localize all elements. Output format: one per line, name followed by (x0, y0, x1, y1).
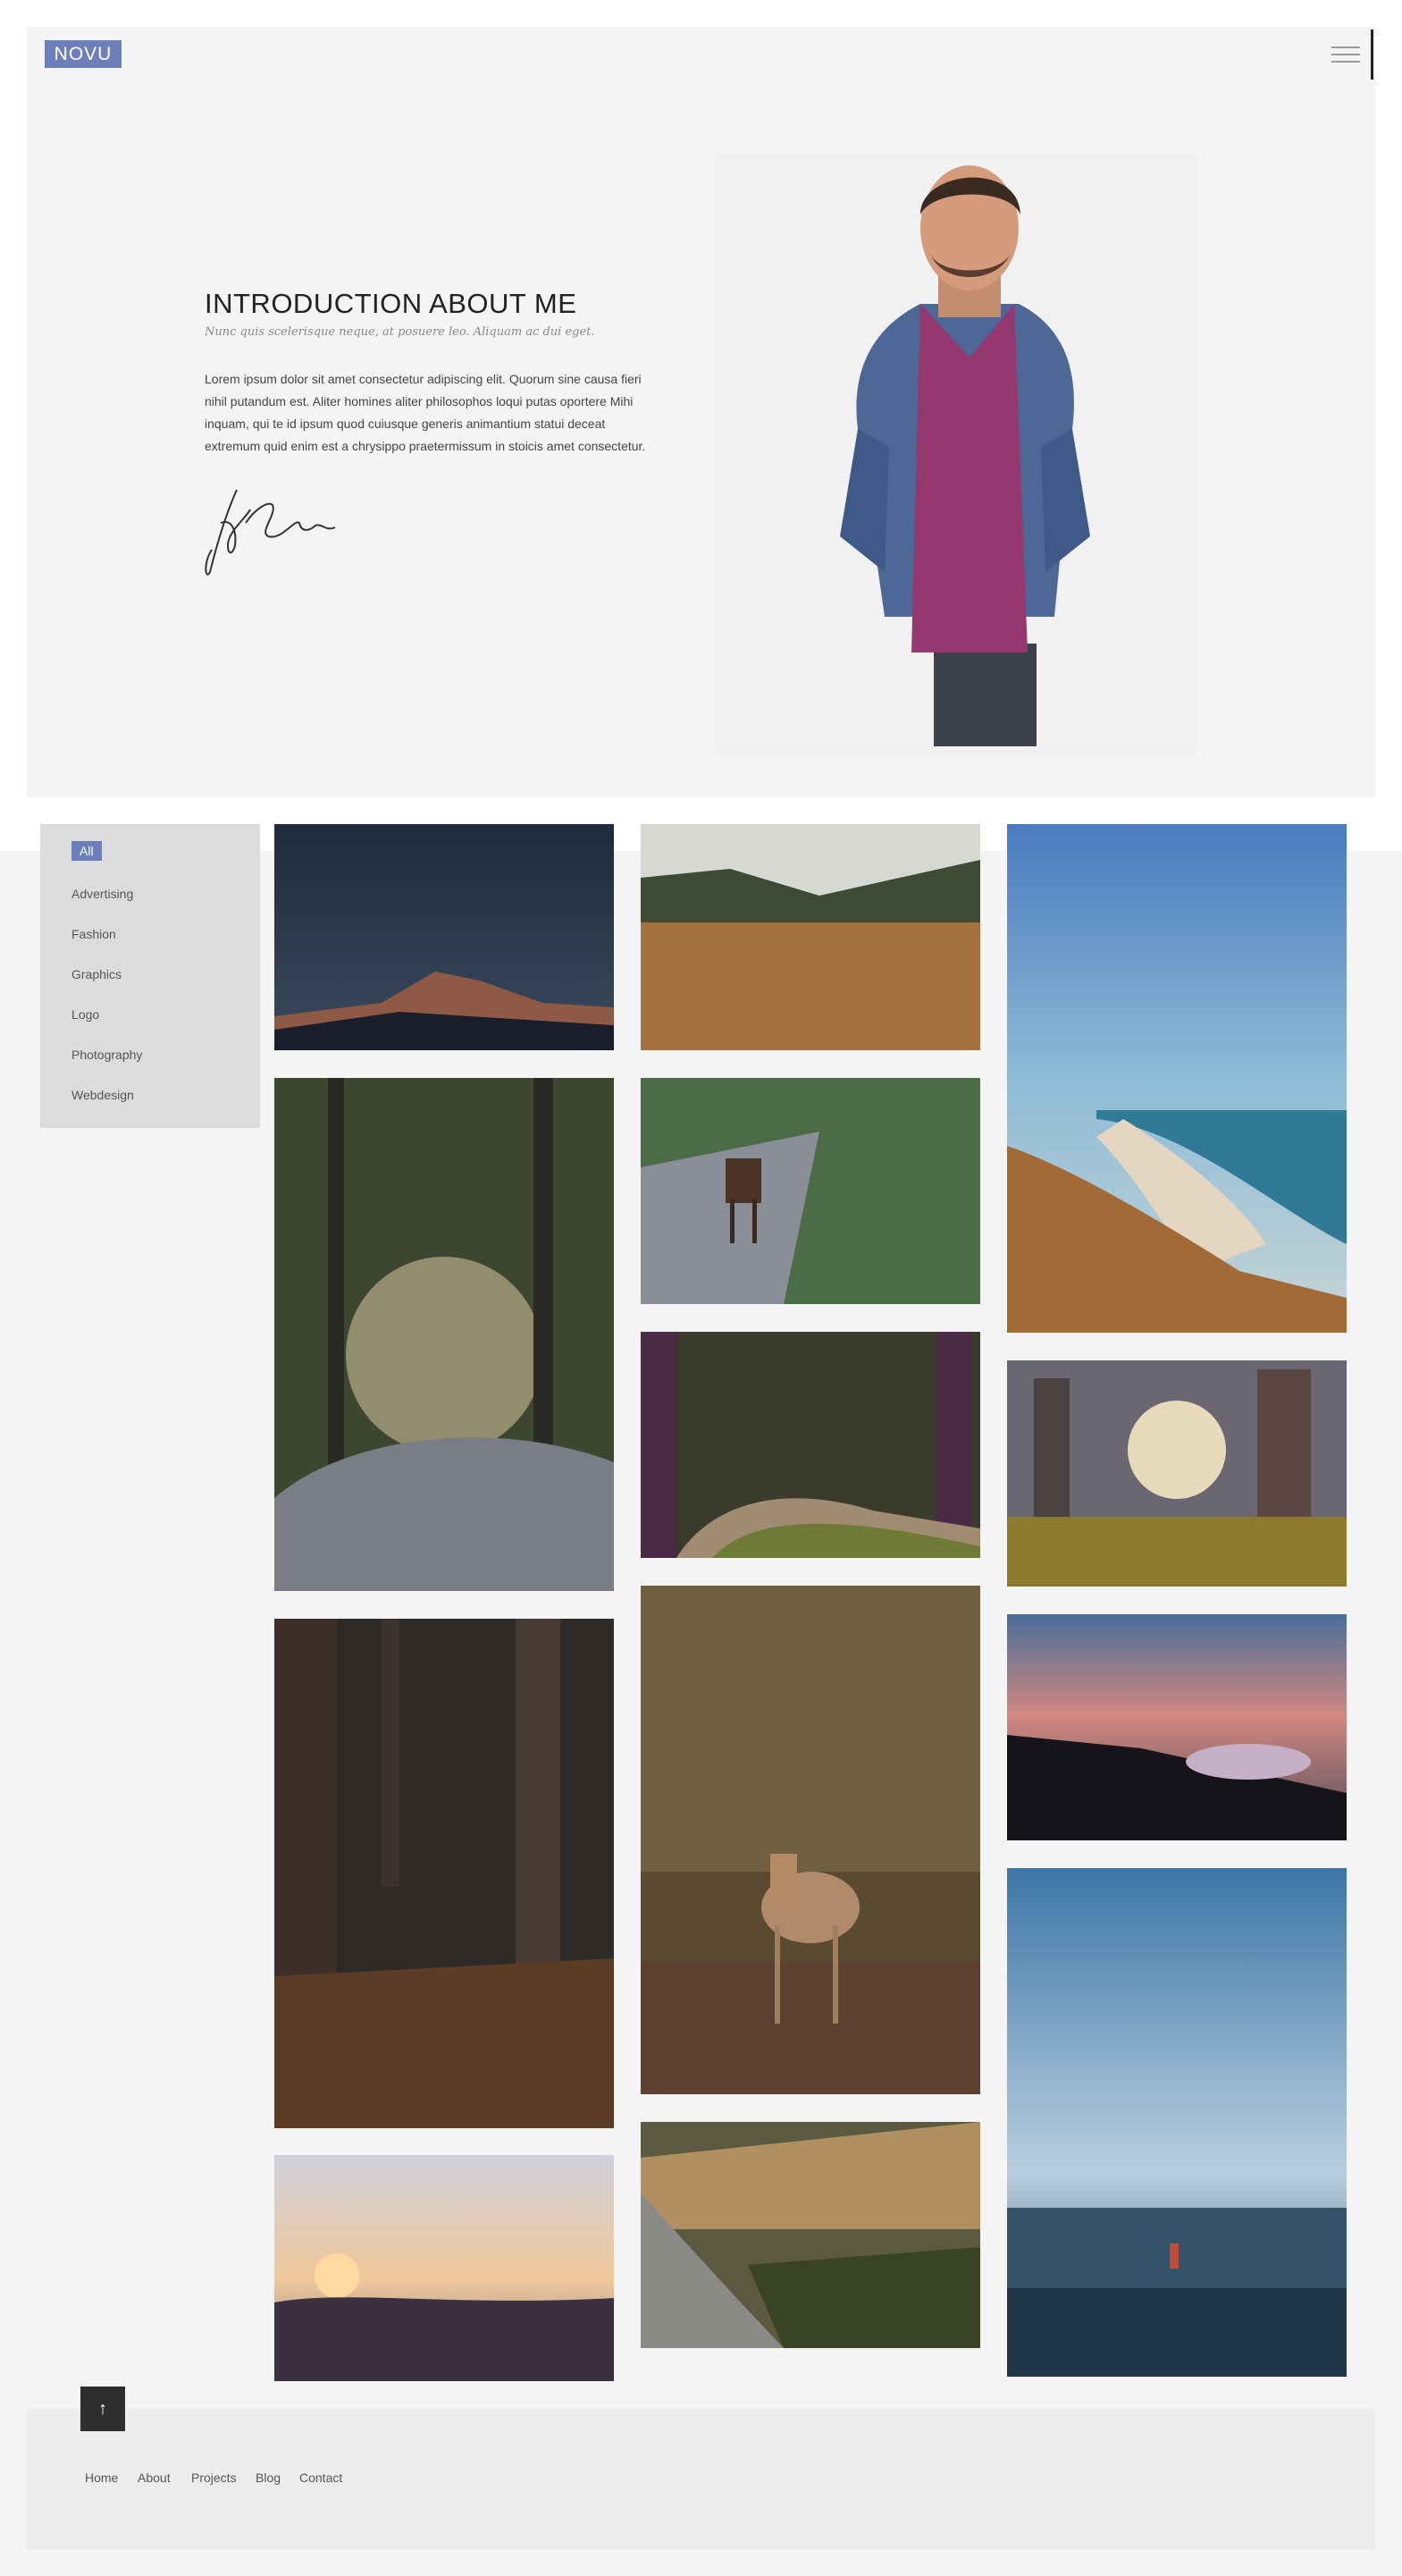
side-scroll-indicator (1371, 29, 1373, 80)
gallery-photo-valley-cliff[interactable] (641, 2122, 980, 2348)
gallery-photo-forest-rock[interactable] (274, 1078, 614, 1591)
filter-photography[interactable]: Photography (71, 1048, 142, 1062)
gallery-photo-night-mountain[interactable] (274, 824, 614, 1050)
filter-logo[interactable]: Logo (71, 1007, 99, 1022)
filter-all[interactable]: All (71, 841, 102, 861)
intro-paragraph: Lorem ipsum dolor sit amet consectetur a… (205, 372, 646, 453)
gallery-photo-sunset-clouds[interactable] (1007, 1614, 1347, 1840)
gallery-photo-deer-stream[interactable] (641, 1078, 980, 1304)
logo[interactable]: NOVU (45, 40, 122, 68)
arrow-up-icon[interactable]: ↑ (80, 2387, 125, 2431)
intro-subtitle: Nunc quis scelerisque neque, at posuere … (205, 325, 595, 339)
filter-advertising[interactable]: Advertising (71, 887, 133, 901)
gallery-photo-fawn-forest[interactable] (641, 1586, 980, 2094)
gallery-photo-rocky-sunset[interactable] (274, 2155, 614, 2381)
portrait-photo (786, 152, 1162, 746)
footer-link-home[interactable]: Home (85, 2471, 118, 2485)
filter-sidebar: All Advertising Fashion Graphics Logo Ph… (40, 824, 260, 1128)
hamburger-menu-icon[interactable] (1331, 45, 1360, 64)
gallery-photo-sun-meadow[interactable] (1007, 1360, 1347, 1587)
intro-title: INTRODUCTION ABOUT ME (205, 288, 577, 319)
filter-graphics[interactable]: Graphics (71, 967, 122, 981)
gallery-photo-coastal-cliff[interactable] (1007, 824, 1347, 1333)
gallery-photo-forest-path[interactable] (641, 1332, 980, 1558)
filter-webdesign[interactable]: Webdesign (71, 1088, 134, 1102)
footer-link-about[interactable]: About (138, 2471, 171, 2485)
footer-link-blog[interactable]: Blog (256, 2471, 281, 2485)
filter-fashion[interactable]: Fashion (71, 927, 116, 941)
signature-icon (205, 489, 336, 576)
gallery-photo-pine-forest[interactable] (274, 1619, 614, 2128)
footer-link-projects[interactable]: Projects (191, 2471, 237, 2485)
footer-link-contact[interactable]: Contact (299, 2471, 342, 2485)
gallery-photo-ocean-paddler[interactable] (1007, 1868, 1347, 2377)
gallery-photo-golden-field[interactable] (641, 824, 980, 1050)
